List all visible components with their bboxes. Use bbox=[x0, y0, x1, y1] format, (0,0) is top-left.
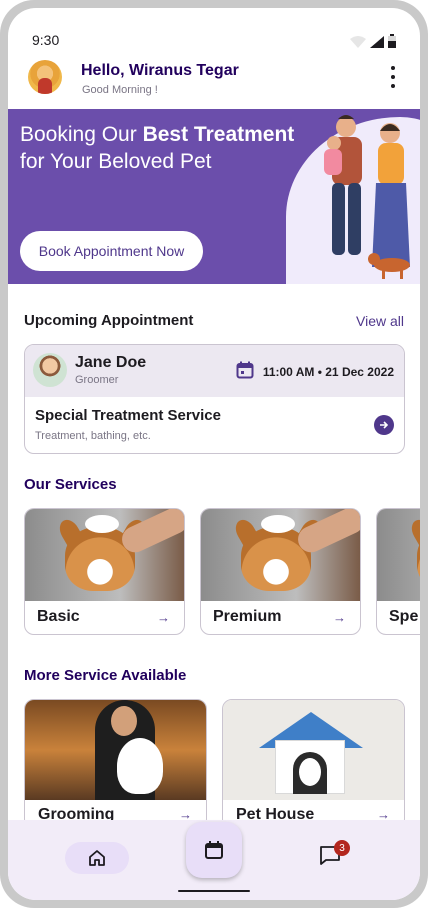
calendar-icon bbox=[205, 841, 223, 859]
home-icon bbox=[89, 850, 105, 866]
bottom-navigation: 3 bbox=[8, 820, 420, 900]
book-appointment-button[interactable]: Book Appointment Now bbox=[20, 231, 203, 271]
dog-bath-photo bbox=[25, 509, 184, 601]
appointment-card[interactable]: Jane Doe Groomer 11:00 AM • 21 Dec 2022 … bbox=[24, 344, 405, 454]
nav-appointments-fab[interactable] bbox=[186, 822, 242, 878]
pet-house-photo bbox=[223, 700, 404, 800]
groomer-name: Jane Doe bbox=[75, 354, 147, 371]
view-all-link[interactable]: View all bbox=[356, 313, 404, 329]
notification-badge: 3 bbox=[334, 840, 350, 856]
groomer-role: Groomer bbox=[75, 374, 119, 386]
more-services-section-title: More Service Available bbox=[24, 667, 187, 684]
appointment-description: Treatment, bathing, etc. bbox=[35, 430, 151, 442]
service-label: Spe bbox=[389, 608, 419, 625]
promo-banner: Booking Our Best Treatment for Your Belo… bbox=[8, 109, 420, 284]
service-card-grooming[interactable]: Grooming → bbox=[24, 699, 207, 829]
status-bar: 9:30 bbox=[8, 8, 420, 58]
service-card-basic[interactable]: Basic → bbox=[24, 508, 185, 635]
home-indicator bbox=[178, 890, 250, 892]
arrow-right-icon: → bbox=[157, 610, 170, 625]
more-menu-icon[interactable] bbox=[388, 66, 398, 88]
cellular-signal-icon bbox=[370, 36, 384, 48]
banner-title-bold: Best Treatment bbox=[142, 123, 295, 146]
service-card-special[interactable]: Spe bbox=[376, 508, 420, 635]
status-icons bbox=[350, 34, 396, 48]
appointment-service: Special Treatment Service bbox=[35, 407, 221, 424]
calendar-icon bbox=[236, 361, 254, 379]
wifi-icon bbox=[350, 36, 366, 48]
dog-bath-photo bbox=[377, 509, 420, 601]
app-screen: 9:30 Hello, Wiranus Tegar Good Morning ! bbox=[8, 8, 420, 900]
nav-home[interactable] bbox=[65, 842, 129, 874]
phone-frame: 9:30 Hello, Wiranus Tegar Good Morning ! bbox=[0, 0, 428, 908]
service-card-pet-house[interactable]: Pet House → bbox=[222, 699, 405, 829]
banner-title-prefix: Booking Our bbox=[20, 123, 143, 146]
battery-icon bbox=[388, 34, 396, 48]
services-carousel[interactable]: Basic → Premium → Spe bbox=[24, 508, 420, 636]
status-time: 9:30 bbox=[32, 32, 60, 48]
nav-messages[interactable]: 3 bbox=[319, 840, 350, 868]
service-label: Premium bbox=[213, 608, 282, 625]
greeting-title: Hello, Wiranus Tegar bbox=[81, 62, 239, 79]
service-card-premium[interactable]: Premium → bbox=[200, 508, 361, 635]
appointment-header: Jane Doe Groomer 11:00 AM • 21 Dec 2022 bbox=[25, 345, 404, 397]
services-section-title: Our Services bbox=[24, 476, 117, 493]
banner-title-suffix: for Your Beloved Pet bbox=[20, 150, 212, 173]
app-header: Hello, Wiranus Tegar Good Morning ! bbox=[8, 58, 420, 108]
groomer-avatar bbox=[33, 353, 67, 387]
grooming-photo bbox=[25, 700, 206, 800]
arrow-right-circle-icon[interactable] bbox=[374, 415, 394, 435]
service-label: Basic bbox=[37, 608, 80, 625]
arrow-right-icon: → bbox=[333, 610, 346, 625]
greeting-subtitle: Good Morning ! bbox=[82, 84, 158, 96]
user-avatar[interactable] bbox=[28, 60, 62, 94]
dog-bath-photo bbox=[201, 509, 360, 601]
appointment-datetime: 11:00 AM • 21 Dec 2022 bbox=[262, 365, 394, 379]
upcoming-section-title: Upcoming Appointment bbox=[24, 312, 194, 329]
banner-title: Booking Our Best Treatment for Your Belo… bbox=[20, 121, 320, 175]
